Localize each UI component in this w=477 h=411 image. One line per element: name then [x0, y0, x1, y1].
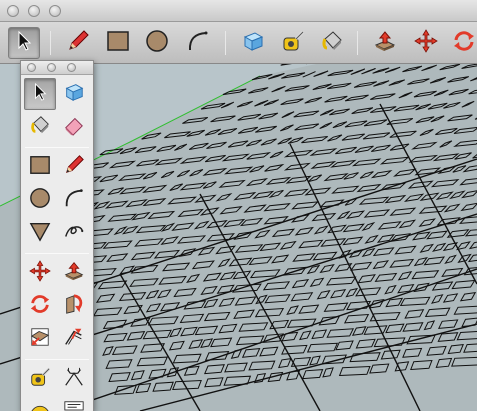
building-footprint — [280, 64, 293, 66]
rotate-icon — [452, 29, 476, 58]
palette-text-button[interactable] — [58, 396, 90, 411]
scale-icon — [29, 326, 51, 353]
toolbar-separator — [50, 31, 51, 55]
push-pull-button[interactable] — [369, 27, 401, 59]
paint-bucket-button[interactable] — [316, 27, 348, 59]
protractor-icon — [29, 399, 51, 411]
pencil-line-icon — [66, 29, 90, 58]
palette-make-component-button[interactable] — [58, 78, 90, 110]
palette-separator — [25, 359, 89, 360]
line-tool-button[interactable] — [62, 27, 94, 59]
push-pull-icon — [373, 29, 397, 58]
circle-icon — [145, 29, 169, 58]
text-icon — [63, 399, 85, 411]
palette-circle-button[interactable] — [24, 184, 56, 216]
palette-move-button[interactable] — [24, 257, 56, 289]
follow-me-icon — [63, 293, 85, 320]
circle-icon — [29, 187, 51, 214]
zoom-window-button[interactable] — [49, 5, 61, 17]
move-icon — [414, 28, 438, 58]
circle-tool-button[interactable] — [141, 27, 173, 59]
rectangle-icon — [29, 154, 51, 181]
tape-measure-icon — [281, 29, 305, 58]
palette-separator — [25, 147, 89, 148]
palette-line-button[interactable] — [58, 151, 90, 183]
sketchup-window — [0, 0, 477, 411]
make-component-icon — [63, 81, 85, 108]
palette-tape-measure-button[interactable] — [24, 363, 56, 395]
dimension-icon — [63, 366, 85, 393]
paint-bucket-icon — [29, 114, 51, 141]
palette-separator — [25, 253, 89, 254]
arc-icon — [63, 187, 85, 214]
title-bar — [0, 0, 477, 22]
palette-push-pull-button[interactable] — [58, 257, 90, 289]
palette-eraser-button[interactable] — [58, 111, 90, 143]
push-pull-icon — [63, 260, 85, 287]
rectangle-tool-button[interactable] — [102, 27, 134, 59]
arc-icon — [186, 29, 210, 58]
rotate-tool-button[interactable] — [448, 27, 477, 59]
tape-measure-button[interactable] — [277, 27, 309, 59]
select-tool-button[interactable] — [8, 27, 40, 59]
minimize-window-button[interactable] — [28, 5, 40, 17]
palette-offset-button[interactable] — [58, 323, 90, 355]
paint-bucket-icon — [320, 29, 344, 58]
palette-dimension-button[interactable] — [58, 363, 90, 395]
palette-select-button[interactable] — [24, 78, 56, 110]
palette-protractor-button[interactable] — [24, 396, 56, 411]
palette-rotate-button[interactable] — [24, 290, 56, 322]
make-component-icon — [241, 29, 265, 58]
move-icon — [29, 259, 51, 287]
toolbar-separator — [225, 31, 226, 55]
freehand-icon — [63, 220, 85, 247]
arc-tool-button[interactable] — [182, 27, 214, 59]
palette-rectangle-button[interactable] — [24, 151, 56, 183]
move-tool-button[interactable] — [410, 27, 442, 59]
palette-scale-button[interactable] — [24, 323, 56, 355]
rectangle-icon — [106, 29, 130, 58]
palette-paint-bucket-button[interactable] — [24, 111, 56, 143]
close-window-button[interactable] — [7, 5, 19, 17]
select-arrow-icon — [14, 30, 34, 57]
rotate-icon — [29, 293, 51, 320]
offset-icon — [63, 326, 85, 353]
select-arrow-icon — [31, 82, 49, 107]
polygon-icon — [29, 220, 51, 247]
tape-measure-icon — [29, 366, 51, 393]
palette-title-bar — [21, 61, 93, 75]
palette-arc-button[interactable] — [58, 184, 90, 216]
main-toolbar — [0, 22, 477, 64]
palette-freehand-button[interactable] — [58, 217, 90, 249]
pencil-line-icon — [63, 154, 85, 181]
palette-close-button[interactable] — [27, 63, 36, 72]
eraser-icon — [63, 114, 85, 141]
large-tool-set-palette — [20, 60, 94, 411]
palette-minimize-button[interactable] — [47, 63, 56, 72]
palette-polygon-button[interactable] — [24, 217, 56, 249]
palette-zoom-button[interactable] — [67, 63, 76, 72]
toolbar-separator — [357, 31, 358, 55]
make-component-button[interactable] — [237, 27, 269, 59]
palette-follow-me-button[interactable] — [58, 290, 90, 322]
